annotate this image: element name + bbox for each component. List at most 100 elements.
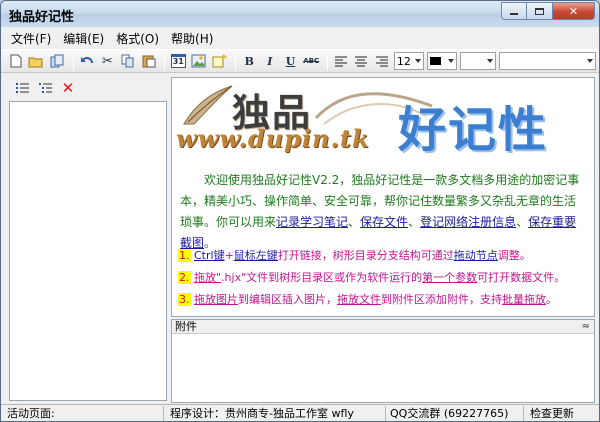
font-family-select[interactable] — [498, 52, 596, 70]
minimize-button[interactable] — [501, 2, 527, 20]
undo-button[interactable] — [78, 52, 96, 71]
align-left-button[interactable] — [332, 52, 350, 71]
save-button[interactable] — [48, 52, 66, 71]
check-update-link[interactable]: 检查更新 — [524, 406, 598, 422]
tip-link[interactable]: 拖动节点 — [454, 249, 498, 262]
banner-url: www.dupin.tk — [176, 124, 370, 153]
intro-separator: 、 — [348, 215, 361, 229]
menu-bar: 文件(F) 编辑(E) 格式(O) 帮助(H) — [1, 28, 599, 48]
add-child-node-button[interactable] — [36, 79, 54, 97]
tip-link[interactable]: 拖放文件 — [337, 293, 381, 306]
insert-image-button[interactable] — [190, 52, 208, 71]
indent-list-icon — [38, 82, 52, 93]
sticky-note-icon — [212, 54, 227, 68]
tip-text: 可打开数据文件。 — [477, 271, 566, 284]
copy-icon — [121, 54, 134, 68]
tip-link[interactable]: Ctrl键 — [194, 249, 225, 262]
align-center-icon — [355, 56, 368, 66]
toolbar-separator — [326, 52, 328, 70]
tip-number: 3. — [178, 293, 191, 306]
paste-button[interactable] — [140, 52, 158, 71]
collapse-toggle-icon[interactable]: ≈ — [582, 320, 590, 334]
italic-button[interactable]: I — [261, 52, 279, 71]
cut-button[interactable]: ✂ — [99, 52, 117, 71]
align-center-button[interactable] — [353, 52, 371, 71]
close-button[interactable]: ✕ — [553, 2, 595, 20]
maximize-icon — [535, 7, 544, 15]
tip-text: + — [224, 249, 234, 262]
open-file-button[interactable] — [28, 52, 46, 71]
tip-number: 1. — [178, 249, 191, 262]
chevron-down-icon — [486, 59, 493, 63]
feather-icon — [183, 85, 233, 125]
menu-file[interactable]: 文件(F) — [5, 30, 57, 47]
menu-help[interactable]: 帮助(H) — [165, 30, 219, 47]
new-file-button[interactable] — [7, 52, 25, 71]
insert-note-button[interactable] — [211, 52, 229, 71]
tip-text: 。 — [546, 293, 557, 306]
status-qq-group: QQ交流群 (69227765) — [386, 405, 524, 421]
link-register-info[interactable]: 登记网络注册信息 — [420, 215, 516, 229]
strikethrough-button[interactable]: ABC — [302, 52, 320, 71]
tip-text: 到编辑区插入图片， — [238, 293, 337, 306]
align-left-icon — [334, 56, 347, 66]
menu-format[interactable]: 格式(O) — [110, 30, 165, 47]
font-size-value: 12 — [396, 54, 411, 68]
copy-button[interactable] — [119, 52, 137, 71]
tip-link[interactable]: 批量拖放 — [502, 293, 546, 306]
attachment-title: 附件 — [175, 320, 197, 333]
banner-image: 独品 好记性 www.dupin.tk — [174, 80, 578, 158]
tip-link[interactable]: 拖放图片 — [194, 293, 238, 306]
tip-link[interactable]: 第一个参数 — [422, 271, 477, 284]
underline-button[interactable]: U — [282, 52, 300, 71]
tip-item: 1. Ctrl键+鼠标左键打开链接，树形目录分支结构可通过拖动节点调整。 — [178, 245, 582, 267]
align-right-button[interactable] — [373, 52, 391, 71]
minimize-icon — [510, 13, 518, 15]
save-icon — [50, 54, 64, 68]
attachment-header: 附件 ≈ — [172, 320, 594, 334]
chevron-down-icon — [448, 59, 455, 63]
intro-separator: 、 — [408, 215, 421, 229]
status-designer: 程序设计：贵州商专-独品工作室 wfly — [164, 405, 386, 421]
delete-node-button[interactable]: ✕ — [59, 79, 77, 97]
toolbar-separator — [164, 52, 166, 70]
color-swatch — [430, 57, 442, 65]
font-size-select[interactable]: 12 — [393, 52, 425, 70]
intro-paragraph: 欢迎使用独品好记性V2.2，独品好记性是一款多文档多用途的加密记事本，精美小巧、… — [180, 170, 584, 254]
chevron-down-icon — [415, 59, 422, 63]
title-bar: 独品好记性 ✕ — [1, 1, 599, 27]
list-icon — [15, 82, 29, 93]
link-study-notes[interactable]: 记录学习笔记 — [276, 215, 348, 229]
calendar-icon: 31 — [170, 54, 186, 68]
cut-icon: ✂ — [101, 53, 113, 69]
font-color-select[interactable] — [427, 52, 458, 70]
tips-list: 1. Ctrl键+鼠标左键打开链接，树形目录分支结构可通过拖动节点调整。 2. … — [178, 245, 582, 311]
maximize-button[interactable] — [527, 2, 553, 20]
insert-date-button[interactable]: 31 — [169, 52, 187, 71]
format-toolbar: ✂ 31 B I U ABC 12 — [1, 49, 599, 73]
undo-icon — [80, 57, 93, 64]
tip-number: 2. — [178, 271, 191, 284]
editor-area[interactable]: 独品 好记性 www.dupin.tk 欢迎使用独品好记性V2.2，独品好记性是… — [171, 77, 595, 317]
attachment-panel[interactable]: 附件 ≈ — [171, 319, 595, 403]
tip-link[interactable]: 鼠标左键 — [234, 249, 278, 262]
tip-text: .hjx"文件到树形目录区或作为软件运行的 — [221, 271, 423, 284]
toolbar-separator — [235, 52, 237, 70]
tip-text: 到附件区添加附件，支持 — [381, 293, 502, 306]
menu-edit[interactable]: 编辑(E) — [57, 30, 110, 47]
bold-button[interactable]: B — [240, 52, 258, 71]
banner-title-part2: 好记性 — [398, 102, 549, 158]
chevron-down-icon — [586, 59, 593, 63]
tree-toolbar: ✕ — [7, 77, 167, 99]
add-node-button[interactable] — [13, 79, 31, 97]
image-icon — [191, 54, 206, 68]
tip-item: 3. 拖放图片到编辑区插入图片，拖放文件到附件区添加附件，支持批量拖放。 — [178, 289, 582, 311]
tip-link[interactable]: 拖放" — [194, 271, 221, 284]
app-window: 独品好记性 ✕ 文件(F) 编辑(E) 格式(O) 帮助(H) ✂ 31 B I… — [0, 0, 600, 422]
tree-panel[interactable] — [9, 101, 167, 401]
status-bar: 活动页面: 程序设计：贵州商专-独品工作室 wfly QQ交流群 (692277… — [1, 404, 599, 422]
link-save-files[interactable]: 保存文件 — [360, 215, 408, 229]
tip-text: 调整。 — [497, 249, 531, 262]
status-active-page: 活动页面: — [1, 405, 164, 421]
highlight-color-select[interactable] — [460, 52, 496, 70]
